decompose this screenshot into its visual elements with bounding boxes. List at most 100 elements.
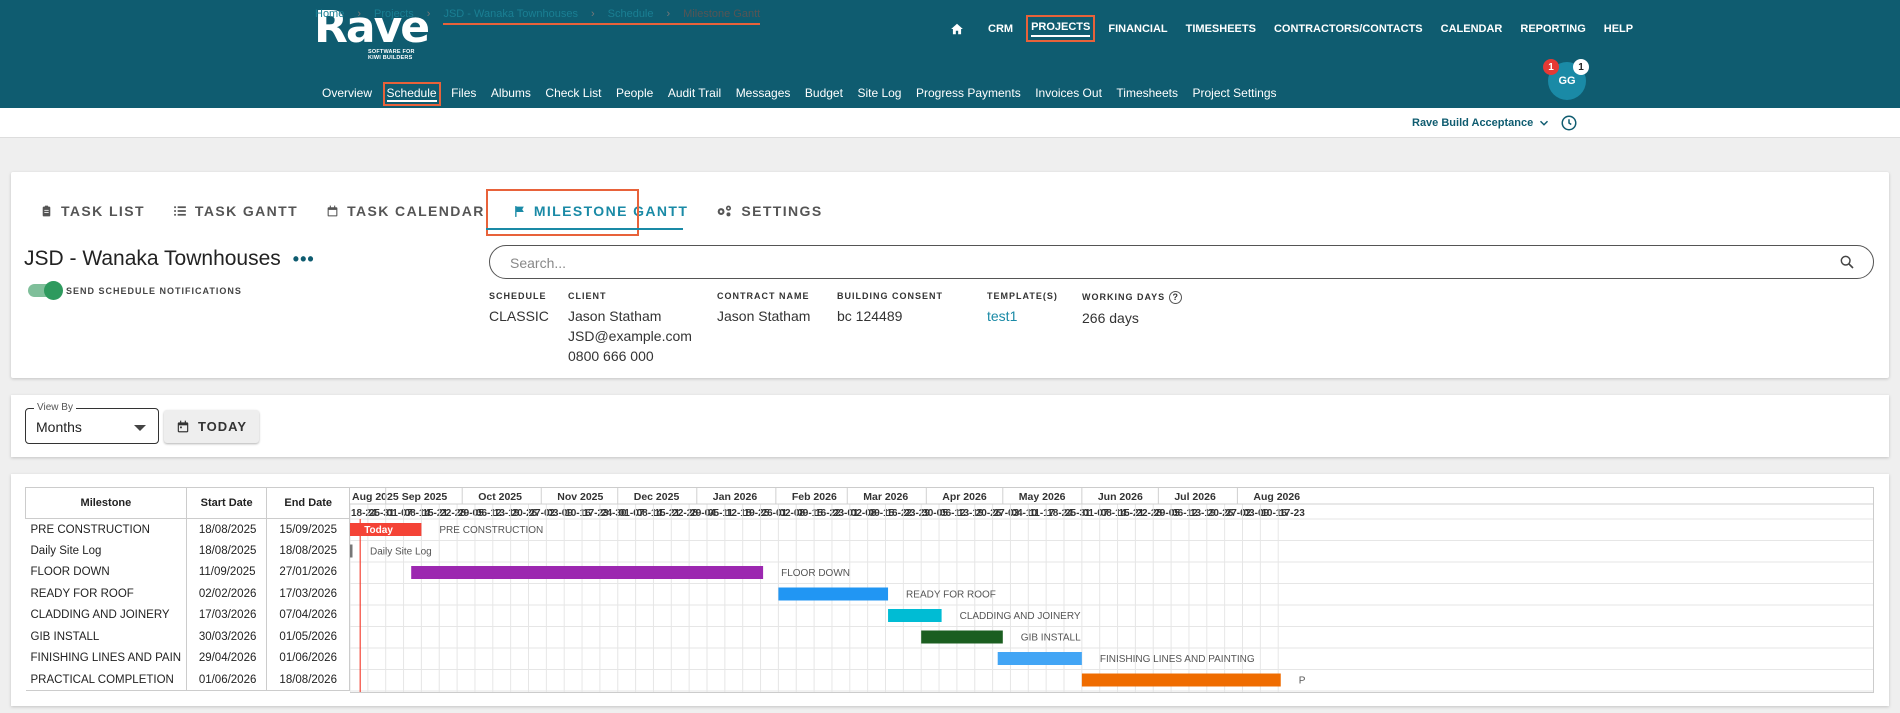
table-row[interactable]: GIB INSTALL 30/03/2026 01/05/2026 (25, 626, 350, 648)
milestone-name-cell: PRACTICAL COMPLETION (25, 669, 187, 691)
schedule-tabs: TASK LIST TASK GANTT TASK CALENDAR MILES… (26, 200, 851, 222)
month-label: Dec 2025 (634, 491, 680, 503)
crumb-current: Milestone Gantt (683, 8, 761, 20)
info-value: 266 days (1082, 310, 1139, 326)
table-row[interactable]: FINISHING LINES AND PAIN 29/04/2026 01/06/… (25, 647, 350, 669)
more-options-icon[interactable]: ••• (293, 249, 315, 270)
milestone-table: Milestone Start Date End Date PRE CONSTR… (25, 487, 350, 691)
subnav-messages[interactable]: Messages (736, 86, 791, 102)
tab-task-list[interactable]: TASK LIST (40, 200, 145, 222)
col-milestone[interactable]: Milestone (25, 487, 187, 519)
crumb-schedule[interactable]: Schedule (608, 8, 654, 20)
table-row[interactable]: Daily Site Log 18/08/2025 18/08/2025 (25, 540, 350, 562)
info-templates: TEMPLATE(S) test1 (987, 291, 1058, 326)
table-row[interactable]: FLOOR DOWN 11/09/2025 27/01/2026 (25, 561, 350, 583)
nav-projects[interactable]: PROJECTS (1026, 15, 1096, 42)
end-date-cell: 27/01/2026 (266, 561, 350, 583)
start-date-cell: 02/02/2026 (186, 583, 268, 605)
table-row[interactable]: CLADDING AND JOINERY 17/03/2026 07/04/2026 (25, 604, 350, 626)
search-icon[interactable] (1839, 254, 1855, 270)
message-badge[interactable]: 1 (1573, 59, 1589, 75)
subnav-people[interactable]: People (616, 86, 653, 102)
nav-calendar[interactable]: CALENDAR (1441, 22, 1503, 36)
bar-label: FINISHING LINES AND PAINTING (1100, 654, 1255, 665)
table-row[interactable]: PRE CONSTRUCTION 18/08/2025 15/09/2025 (25, 518, 350, 540)
subnav-check-list[interactable]: Check List (545, 86, 601, 102)
nav-reporting[interactable]: REPORTING (1520, 22, 1585, 36)
nav-timesheets[interactable]: TIMESHEETS (1186, 22, 1256, 36)
milestone-bar (350, 544, 353, 558)
end-date-cell: 07/04/2026 (266, 604, 350, 626)
crumb-highlight-group: JSD - Wanaka Townhouses › Schedule › Mil… (443, 8, 761, 25)
month-label: May 2026 (1019, 491, 1066, 503)
info-label: WORKING DAYS (1082, 292, 1166, 302)
subnav-progress-payments[interactable]: Progress Payments (916, 86, 1021, 102)
calendar-icon (327, 205, 338, 217)
crumb-home[interactable]: Home (315, 8, 344, 25)
crumb-project[interactable]: JSD - Wanaka Townhouses (443, 8, 578, 20)
logo-tagline: SOFTWARE FOR KIWI BUILDERS (368, 49, 415, 61)
search-input[interactable] (510, 253, 1810, 273)
notification-badge[interactable]: 1 (1543, 59, 1559, 75)
milestone-name-cell: PRE CONSTRUCTION (25, 518, 187, 540)
subnav-project-settings[interactable]: Project Settings (1192, 86, 1276, 102)
nav-help[interactable]: HELP (1604, 22, 1633, 36)
bar-label: PRE CONSTRUCTION (439, 525, 543, 536)
home-icon[interactable] (950, 21, 966, 37)
col-end-date[interactable]: End Date (266, 487, 350, 519)
search-box (489, 245, 1874, 279)
main-nav: CRM PROJECTS FINANCIAL TIMESHEETS CONTRA… (950, 15, 1651, 42)
breadcrumb: Home › Projects › JSD - Wanaka Townhouse… (315, 8, 761, 25)
workspace-selector[interactable]: Rave Build Acceptance (1412, 116, 1551, 130)
chevron-down-icon (1540, 120, 1549, 126)
nav-crm[interactable]: CRM (988, 22, 1013, 36)
tab-settings[interactable]: SETTINGS (716, 200, 822, 222)
info-label: CONTRACT NAME (717, 291, 810, 301)
subnav-site-log[interactable]: Site Log (857, 86, 901, 102)
tab-task-calendar[interactable]: TASK CALENDAR (326, 200, 485, 222)
subnav-timesheets[interactable]: Timesheets (1116, 86, 1178, 102)
nav-financial[interactable]: FINANCIAL (1108, 22, 1167, 36)
workspace-name: Rave Build Acceptance (1412, 117, 1534, 129)
col-start-date[interactable]: Start Date (185, 487, 268, 519)
subnav-albums[interactable]: Albums (491, 86, 531, 102)
subnav-overview[interactable]: Overview (322, 86, 372, 102)
table-row[interactable]: READY FOR ROOF 02/02/2026 17/03/2026 (25, 583, 350, 605)
today-button[interactable]: TODAY (164, 410, 259, 443)
help-icon[interactable]: ? (1169, 291, 1183, 304)
month-label: Feb 2026 (792, 491, 837, 503)
subnav-schedule[interactable]: Schedule (382, 82, 441, 106)
controls-card (11, 395, 1889, 457)
crumb-projects[interactable]: Projects (374, 8, 414, 25)
crumb-separator: › (590, 8, 595, 20)
end-date-cell: 18/08/2026 (266, 669, 350, 691)
info-label-row: WORKING DAYS? (1082, 291, 1183, 304)
milestone-bar (778, 587, 889, 601)
tab-label: TASK GANTT (194, 203, 299, 219)
calendar-icon (177, 420, 189, 433)
client-name: Jason Statham (568, 308, 662, 324)
notifications-toggle[interactable] (28, 281, 63, 300)
view-by-select[interactable]: View By Months (25, 402, 159, 444)
today-button-label: TODAY (197, 419, 248, 434)
subnav-files[interactable]: Files (451, 86, 476, 102)
milestone-bar (888, 609, 942, 622)
milestone-name-cell: FLOOR DOWN (25, 561, 187, 583)
nav-contractors[interactable]: CONTRACTORS/CONTACTS (1274, 22, 1423, 36)
info-label: BUILDING CONSENT (837, 291, 943, 301)
crumb-separator: › (357, 8, 362, 20)
subnav-audit-trail[interactable]: Audit Trail (668, 86, 721, 102)
subnav-budget[interactable]: Budget (805, 86, 843, 102)
subnav-invoices-out[interactable]: Invoices Out (1035, 86, 1102, 102)
info-value: bc 124489 (837, 308, 903, 324)
page-title: JSD - Wanaka Townhouses ••• (24, 247, 315, 271)
end-date-cell: 18/08/2025 (266, 540, 350, 562)
month-label: Aug 2025 (352, 491, 399, 503)
tab-task-gantt[interactable]: TASK GANTT (173, 200, 298, 222)
clock-icon[interactable] (1560, 114, 1578, 132)
table-row[interactable]: PRACTICAL COMPLETION 01/06/2026 18/08/2026 (25, 669, 350, 691)
dropdown-caret-icon (134, 425, 146, 431)
template-link[interactable]: test1 (987, 306, 1058, 326)
info-label: CLIENT (568, 291, 607, 301)
month-label: Mar 2026 (863, 491, 908, 503)
